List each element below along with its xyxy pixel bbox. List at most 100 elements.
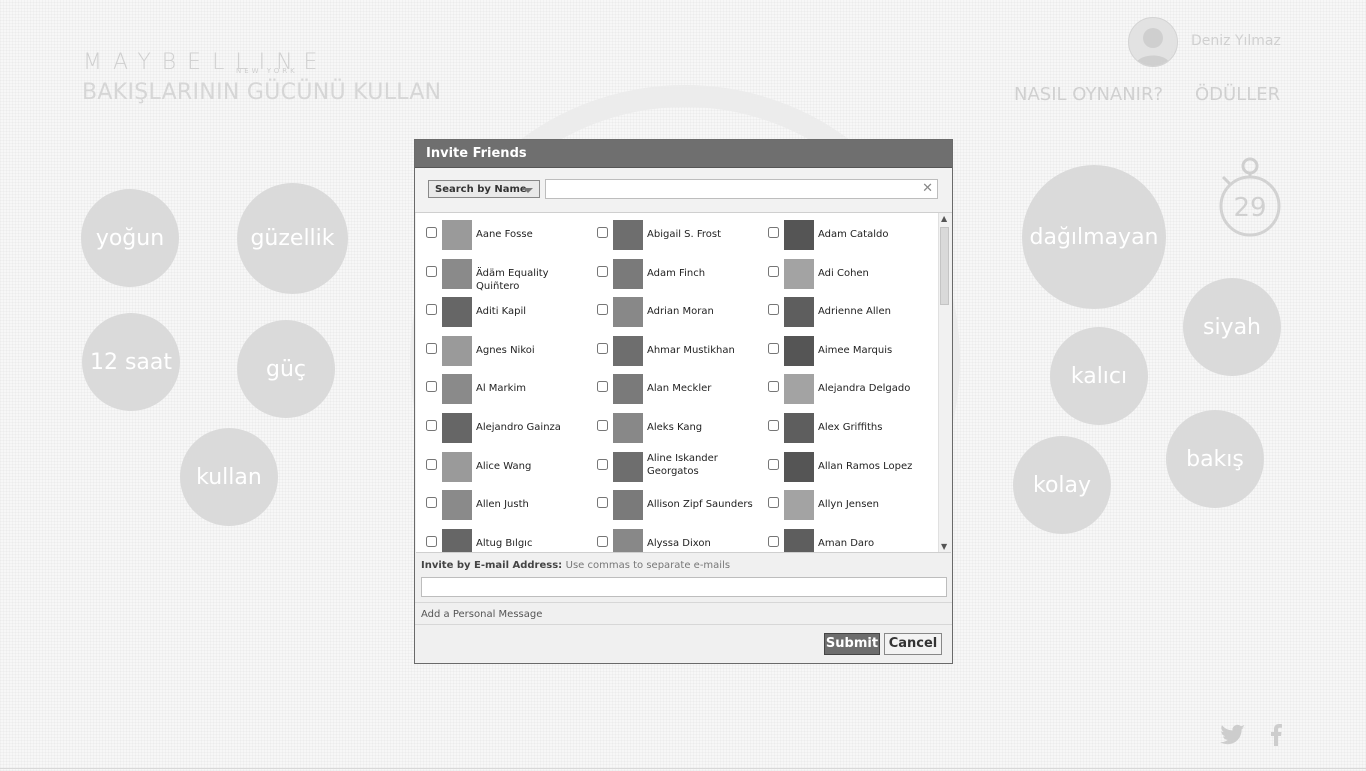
friend-item[interactable]: Adam Finch [587,255,758,289]
scroll-thumb[interactable] [940,227,949,305]
word-bubble[interactable]: kalıcı [1050,327,1148,425]
friend-name: Altug Bılgıc [476,537,533,549]
friend-item[interactable]: Aleks Kang [587,409,758,443]
friend-checkbox[interactable] [768,381,779,393]
footer-divider [0,768,1366,769]
friend-avatar [613,413,643,443]
friend-checkbox[interactable] [768,342,779,354]
friend-item[interactable]: Alejandro Gainza [416,409,587,443]
friend-checkbox[interactable] [597,304,608,316]
friend-item[interactable]: Aman Daro [758,525,929,552]
word-bubble[interactable]: dağılmayan [1022,165,1166,309]
brand-logo: MAYBELLINE NEW YORK [83,50,328,75]
friend-item[interactable]: Aane Fosse [416,216,587,250]
friend-item[interactable]: Adi Cohen [758,255,929,289]
friend-item[interactable]: Allison Zipf Saunders [587,486,758,521]
friend-checkbox[interactable] [768,420,779,431]
word-bubble[interactable]: 12 saat [82,313,180,411]
friend-checkbox[interactable] [426,420,437,431]
friend-item[interactable]: Allan Ramos Lopez [758,448,929,482]
submit-button[interactable]: Submit [824,633,880,655]
friend-checkbox[interactable] [597,265,608,277]
word-bubble[interactable]: bakış [1166,410,1264,508]
friend-item[interactable]: Alex Griffiths [758,409,929,443]
cancel-button[interactable]: Cancel [884,633,942,655]
friend-checkbox[interactable] [597,227,608,238]
friend-name: Aman Daro [818,537,875,549]
friend-checkbox[interactable] [426,458,437,470]
scroll-down-icon[interactable]: ▼ [941,542,947,551]
clear-icon[interactable]: ✕ [922,181,933,196]
friend-item[interactable]: Adrienne Allen [758,293,929,328]
friend-avatar [442,297,472,328]
friend-item[interactable]: Allyn Jensen [758,486,929,521]
scrollbar[interactable]: ▲ ▼ [938,213,951,552]
friend-avatar [442,374,472,405]
friend-checkbox[interactable] [768,304,779,316]
friend-item[interactable]: Adam Cataldo [758,216,929,250]
friend-name: Alejandra Delgado [818,383,911,395]
scroll-up-icon[interactable]: ▲ [941,214,947,223]
friend-checkbox[interactable] [426,535,437,547]
friend-item[interactable]: Alejandra Delgado [758,370,929,405]
twitter-icon[interactable] [1220,724,1246,752]
friend-checkbox[interactable] [768,458,779,470]
friend-name: Adrienne Allen [818,306,891,318]
friend-item[interactable]: Adrian Moran [587,293,758,328]
facebook-icon[interactable] [1270,724,1282,752]
friend-name: Aimee Marquis [818,344,893,356]
friend-checkbox[interactable] [597,535,608,547]
friend-item[interactable]: Alyssa Dixon [587,525,758,552]
friend-item[interactable]: Al Markim [416,370,587,405]
friend-name: Adrian Moran [647,306,714,318]
friend-checkbox[interactable] [768,497,779,509]
friend-avatar [442,451,472,482]
email-input[interactable] [421,577,947,597]
friend-checkbox[interactable] [597,381,608,393]
word-bubble[interactable]: kolay [1013,436,1111,534]
friend-name: Abigail S. Frost [647,229,722,240]
friend-avatar [442,258,472,289]
friend-name: Adam Cataldo [818,229,889,240]
friend-item[interactable]: Aimee Marquis [758,332,929,366]
friend-item[interactable]: Ädäm Equality Quiñtero [416,255,587,292]
friend-checkbox[interactable] [426,497,437,509]
word-bubble[interactable]: güç [237,320,335,418]
friend-checkbox[interactable] [768,265,779,277]
friend-checkbox[interactable] [768,227,779,238]
friend-checkbox[interactable] [597,420,608,431]
friend-checkbox[interactable] [597,497,608,509]
friend-item[interactable]: Allen Justh [416,486,587,521]
user-avatar[interactable] [1128,17,1178,67]
friend-avatar [613,335,643,366]
friend-checkbox[interactable] [597,458,608,470]
friend-avatar [784,258,814,289]
friend-item[interactable]: Alice Wang [416,448,587,482]
search-mode-select[interactable]: Search by Name [428,180,540,198]
friend-checkbox[interactable] [597,342,608,354]
user-name[interactable]: Deniz Yılmaz [1191,33,1281,49]
personal-message-link[interactable]: Add a Personal Message [415,602,952,625]
search-input[interactable]: ✕ [545,179,938,199]
friend-checkbox[interactable] [768,535,779,547]
word-bubble[interactable]: kullan [180,428,278,526]
word-bubble[interactable]: siyah [1183,278,1281,376]
friend-checkbox[interactable] [426,342,437,354]
friend-item[interactable]: Aline Iskander Georgatos [587,448,758,482]
friend-item[interactable]: Ahmar Mustikhan [587,332,758,366]
friend-avatar [784,528,814,552]
friend-item[interactable]: Aditi Kapil [416,293,587,328]
friend-avatar [613,451,643,482]
friend-item[interactable]: Abigail S. Frost [587,216,758,250]
friend-checkbox[interactable] [426,381,437,393]
friend-checkbox[interactable] [426,304,437,316]
word-bubble[interactable]: güzellik [237,183,348,294]
nav-rewards[interactable]: ÖDÜLLER [1195,84,1280,105]
nav-how-to-play[interactable]: NASIL OYNANIR? [1014,84,1163,105]
friend-checkbox[interactable] [426,265,437,277]
friend-item[interactable]: Agnes Nikoi [416,332,587,366]
word-bubble[interactable]: yoğun [81,189,179,287]
friend-item[interactable]: Alan Meckler [587,370,758,405]
friend-checkbox[interactable] [426,227,437,238]
friend-item[interactable]: Altug Bılgıc [416,525,587,552]
